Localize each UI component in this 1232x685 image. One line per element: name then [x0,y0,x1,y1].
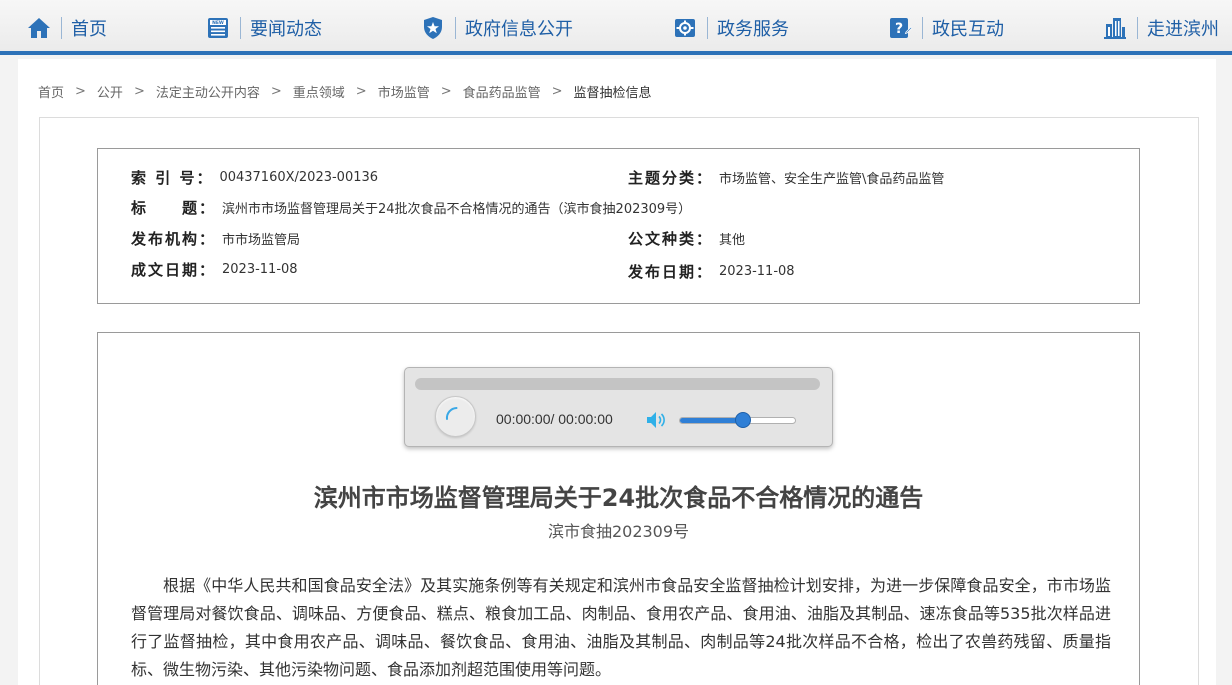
shield-star-icon [424,16,442,39]
meta-doctype-value: 其他 [719,233,746,248]
article-doc-number: 滨市食抽202309号 [547,522,690,541]
nav-item-news[interactable]: NEW 要闻动态 [206,0,322,55]
audio-time: 00:00:00/ 00:00:00 [496,411,613,427]
breadcrumb-separator: > [133,83,145,99]
meta-topic: 主题分类： 市场监管、安全生产监管\食品药品监管 [628,167,944,188]
meta-org-label: 发布机构： [131,230,217,248]
breadcrumb-separator: > [551,83,563,99]
news-icon: NEW [208,17,228,38]
service-gear-icon [675,18,695,37]
nav-item-gov-info[interactable]: 政府信息公开 [421,0,573,55]
nav-label: 政务服务 [717,18,789,40]
loading-spinner-icon [445,407,458,420]
top-navigation: 首页 NEW 要闻动态 政府信息公开 政务服务 ? 政民互动 走进滨州 [0,0,1232,55]
nav-label: 政府信息公开 [465,18,573,40]
breadcrumb: 首页 > 公开 > 法定主动公开内容 > 重点领域 > 市场监管 > 食品药品监… [38,82,652,101]
nav-separator [455,16,456,39]
meta-title: 标 题： 滨州市市场监督管理局关于24批次食品不合格情况的通告（滨市食抽2023… [131,197,691,218]
nav-label: 要闻动态 [250,18,322,40]
svg-text:?: ? [895,21,903,37]
question-edit-icon: ? [890,17,912,38]
audio-progress-bar[interactable] [415,378,820,390]
nav-label: 走进滨州 [1147,18,1219,40]
volume-icon[interactable] [646,411,668,429]
article-title: 滨州市市场监督管理局关于24批次食品不合格情况的通告 [313,484,924,512]
article-body: 根据《中华人民共和国食品安全法》及其实施条例等有关规定和滨州市食品安全监督抽检计… [131,576,1111,679]
svg-text:NEW: NEW [212,20,224,26]
buildings-icon [1104,17,1126,39]
breadcrumb-separator: > [355,83,367,99]
meta-written-value: 2023-11-08 [222,262,298,277]
nav-item-home[interactable]: 首页 [27,0,107,55]
nav-label: 政民互动 [932,18,1004,40]
meta-title-value: 滨州市市场监督管理局关于24批次食品不合格情况的通告（滨市食抽202309号） [222,202,692,217]
meta-index-value: 00437160X/2023-00136 [219,170,379,185]
nav-separator [707,16,708,39]
breadcrumb-current: 监督抽检信息 [573,85,652,101]
volume-level [680,418,744,423]
nav-item-interaction[interactable]: ? 政民互动 [888,0,1004,55]
meta-published-label: 发布日期： [628,263,714,281]
home-icon [28,17,50,38]
breadcrumb-food-drug[interactable]: 食品药品监管 [463,82,541,101]
audio-player: 00:00:00/ 00:00:00 [404,367,833,447]
meta-org: 发布机构： 市市场监管局 [131,228,300,249]
nav-separator [922,16,923,39]
breadcrumb-key-areas[interactable]: 重点领域 [293,82,345,101]
meta-title-label: 标 题： [131,199,217,217]
meta-org-value: 市市场监管局 [222,233,301,248]
breadcrumb-market[interactable]: 市场监管 [378,82,430,101]
nav-separator [61,16,62,39]
nav-item-about-binzhou[interactable]: 走进滨州 [1103,0,1219,55]
meta-doctype: 公文种类： 其他 [628,228,745,249]
breadcrumb-statutory[interactable]: 法定主动公开内容 [156,82,260,101]
audio-play-button[interactable] [435,396,476,437]
meta-index: 索 引 号： 00437160X/2023-00136 [131,167,378,188]
meta-published-value: 2023-11-08 [719,264,795,279]
breadcrumb-separator: > [75,83,86,99]
nav-separator [1137,16,1138,39]
meta-topic-value: 市场监管、安全生产监管\食品药品监管 [719,172,945,187]
meta-index-label: 索 引 号： [131,169,214,187]
meta-written-date: 成文日期： 2023-11-08 [131,259,298,280]
meta-published-date: 发布日期： 2023-11-08 [628,261,795,282]
breadcrumb-separator: > [440,83,452,99]
breadcrumb-home[interactable]: 首页 [38,82,64,101]
nav-label: 首页 [71,18,107,40]
meta-doctype-label: 公文种类： [628,230,714,248]
nav-separator [240,16,241,39]
breadcrumb-separator: > [270,83,282,99]
volume-handle[interactable] [735,412,752,428]
meta-written-label: 成文日期： [131,261,217,279]
nav-item-gov-service[interactable]: 政务服务 [673,0,789,55]
breadcrumb-open[interactable]: 公开 [97,82,123,101]
meta-topic-label: 主题分类： [628,169,714,187]
